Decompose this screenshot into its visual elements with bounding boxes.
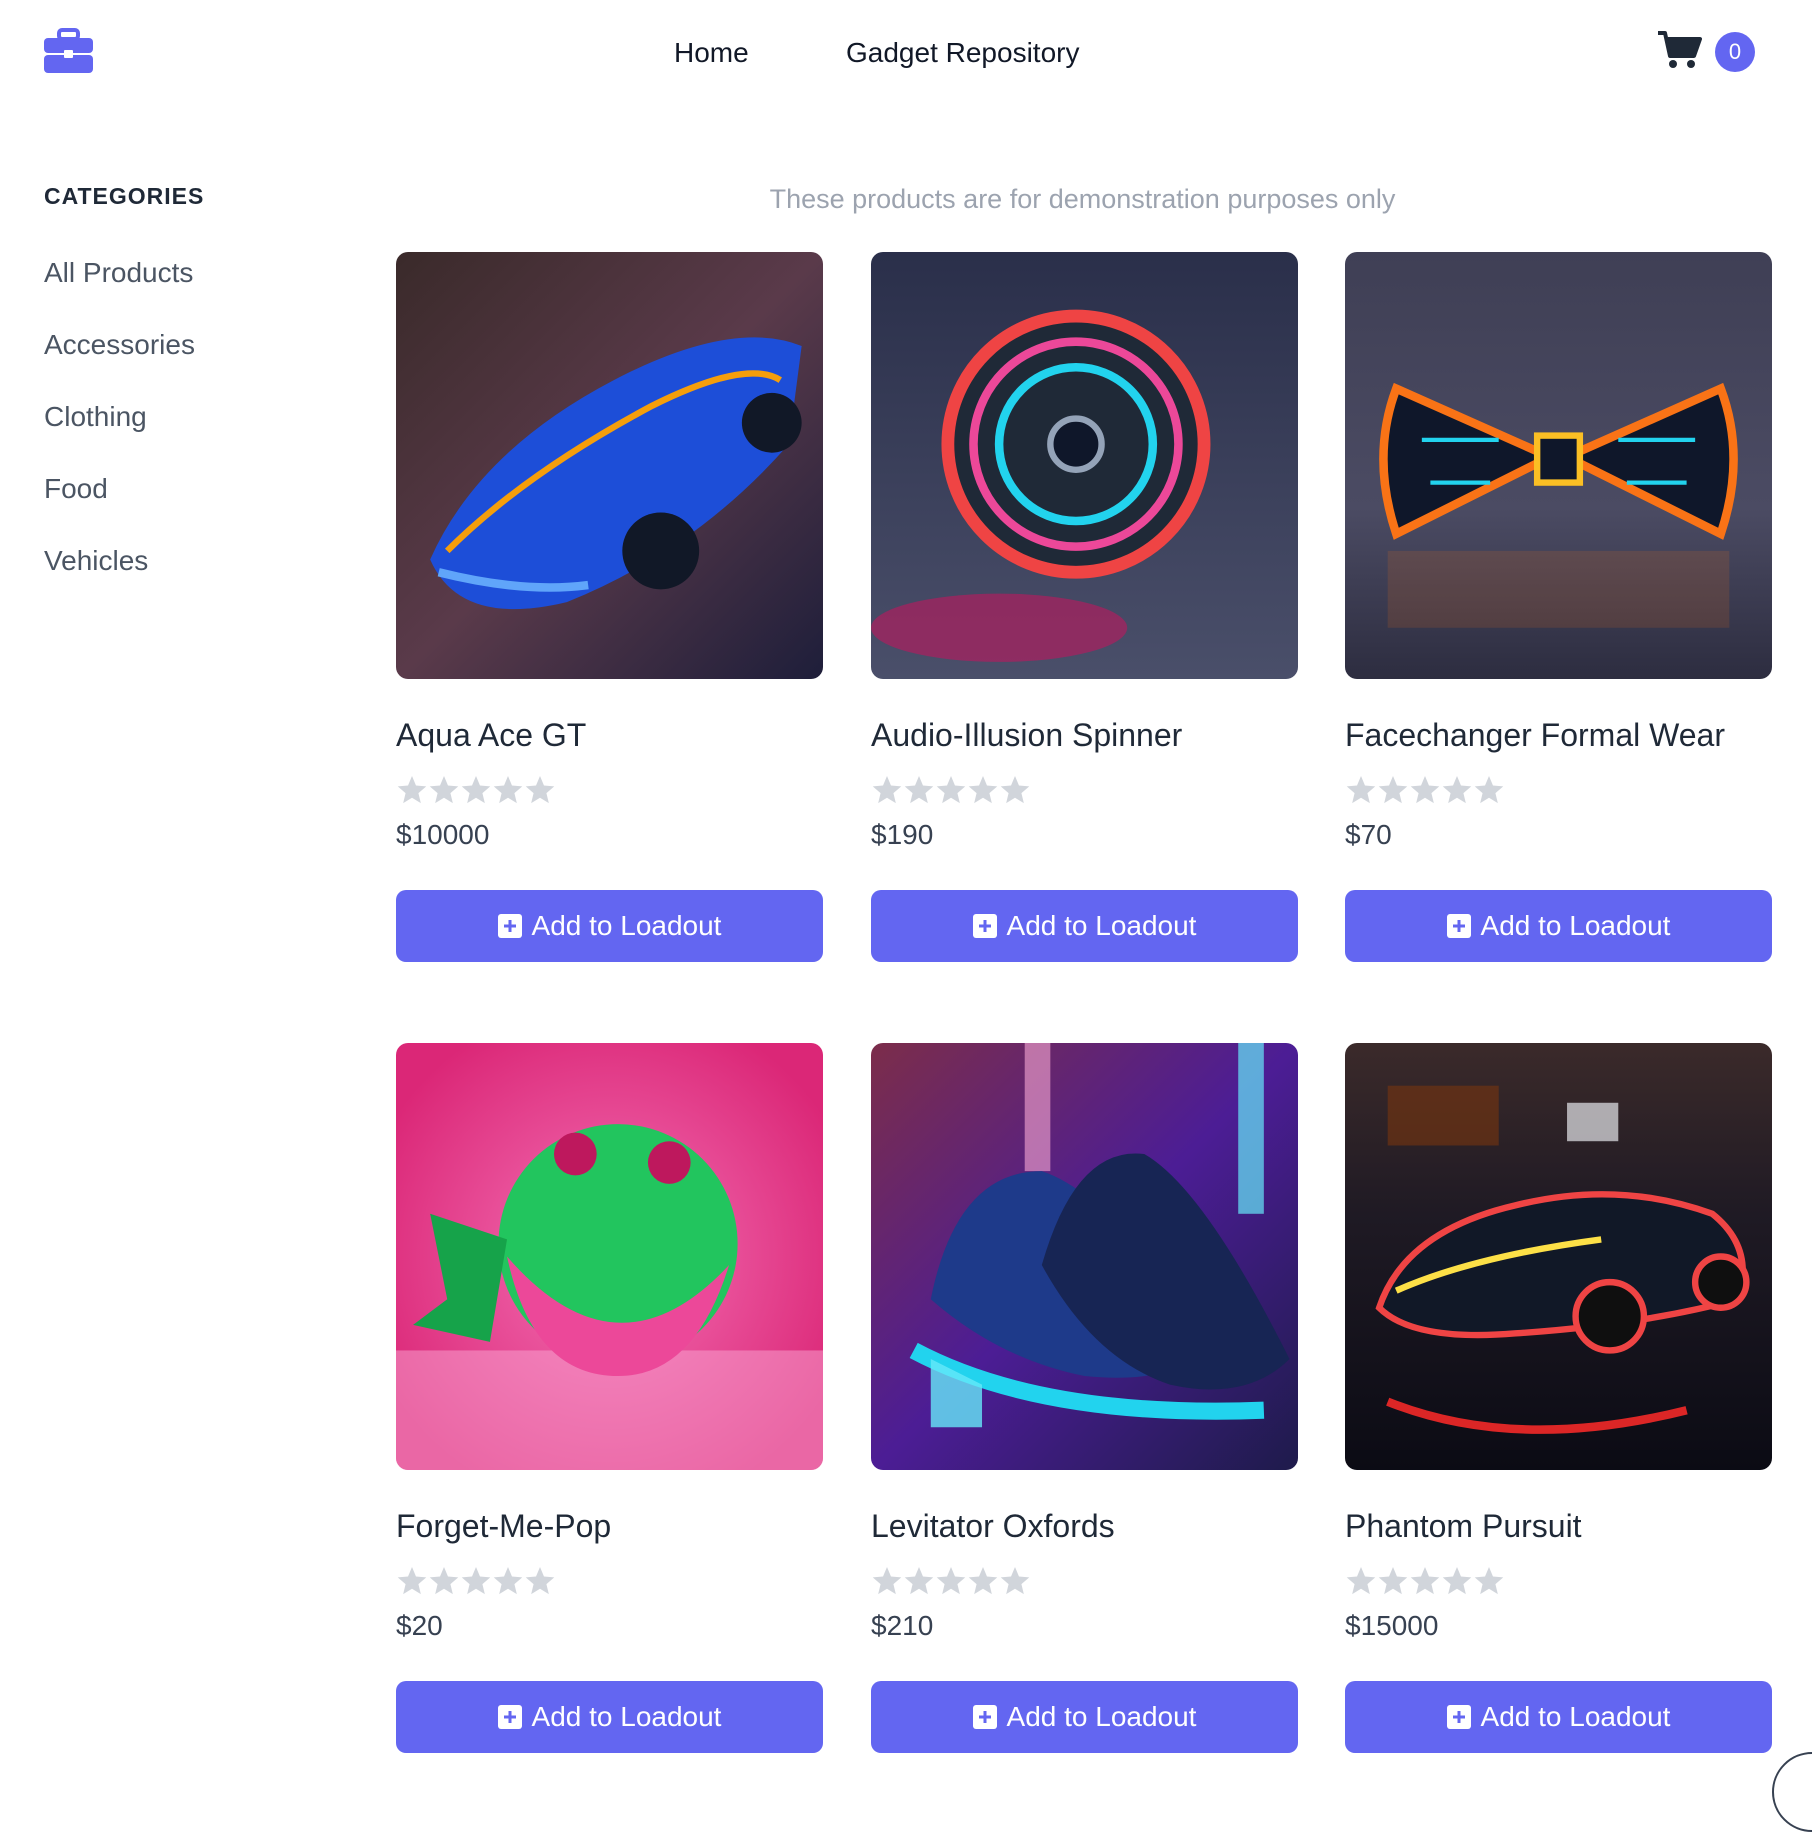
- chat-widget-button[interactable]: [1772, 1752, 1812, 1832]
- button-label: Add to Loadout: [531, 1701, 722, 1732]
- product-price: $15000: [1345, 1610, 1439, 1641]
- star-icon: [872, 1567, 902, 1595]
- star-icon: [1378, 1567, 1408, 1595]
- star-icon: [1474, 1567, 1504, 1595]
- rating-stars: [397, 776, 555, 804]
- star-icon: [1474, 776, 1504, 804]
- button-label: Add to Loadout: [1480, 1701, 1671, 1732]
- product-name[interactable]: Audio-Illusion Spinner: [871, 717, 1182, 754]
- product-image[interactable]: [871, 252, 1298, 679]
- star-icon: [1378, 776, 1408, 804]
- star-icon: [493, 776, 523, 804]
- star-icon: [461, 1567, 491, 1595]
- category-all-products[interactable]: All Products: [44, 256, 193, 290]
- star-icon: [1410, 1567, 1440, 1595]
- star-icon: [1346, 1567, 1376, 1595]
- star-icon: [904, 776, 934, 804]
- product-price: $190: [871, 819, 934, 850]
- star-icon: [525, 1567, 555, 1595]
- product-price: $20: [396, 1610, 443, 1641]
- add-to-loadout-button[interactable]: Add to Loadout: [396, 1681, 823, 1753]
- product-card: Aqua Ace GT $10000 Add to Loadout: [396, 252, 823, 962]
- product-card: Levitator Oxfords $210 Add to Loadout: [871, 1043, 1298, 1753]
- demo-notice: These products are for demonstration pur…: [769, 184, 1396, 214]
- category-accessories[interactable]: Accessories: [44, 328, 195, 362]
- product-name[interactable]: Forget-Me-Pop: [396, 1508, 611, 1545]
- product-card: Facechanger Formal Wear $70 Add to Loado…: [1345, 252, 1772, 962]
- nav-gadget-repository-link[interactable]: Gadget Repository: [846, 36, 1079, 70]
- star-icon: [397, 1567, 427, 1595]
- add-to-loadout-button[interactable]: Add to Loadout: [871, 890, 1298, 962]
- add-to-loadout-button[interactable]: Add to Loadout: [871, 1681, 1298, 1753]
- product-image[interactable]: [396, 252, 823, 679]
- star-icon: [936, 1567, 966, 1595]
- category-clothing[interactable]: Clothing: [44, 400, 147, 434]
- star-icon: [1410, 776, 1440, 804]
- product-price: $70: [1345, 819, 1392, 850]
- rating-stars: [872, 776, 1030, 804]
- star-icon: [1442, 1567, 1472, 1595]
- product-image[interactable]: [396, 1043, 823, 1470]
- product-card: Audio-Illusion Spinner $190 Add to Loado…: [871, 252, 1298, 962]
- briefcase-icon[interactable]: [44, 28, 93, 73]
- nav-home-link[interactable]: Home: [674, 36, 749, 70]
- add-to-loadout-button[interactable]: Add to Loadout: [396, 890, 823, 962]
- star-icon: [461, 776, 491, 804]
- button-label: Add to Loadout: [531, 910, 722, 941]
- star-icon: [1000, 1567, 1030, 1595]
- plus-square-icon: [497, 914, 522, 938]
- star-icon: [1000, 776, 1030, 804]
- add-to-loadout-button[interactable]: Add to Loadout: [1345, 890, 1772, 962]
- product-name[interactable]: Levitator Oxfords: [871, 1508, 1115, 1545]
- plus-square-icon: [1446, 1705, 1471, 1729]
- product-name[interactable]: Facechanger Formal Wear: [1345, 717, 1725, 754]
- product-name[interactable]: Aqua Ace GT: [396, 717, 586, 754]
- plus-square-icon: [497, 1705, 522, 1729]
- product-name[interactable]: Phantom Pursuit: [1345, 1508, 1582, 1545]
- button-label: Add to Loadout: [1480, 910, 1671, 941]
- rating-stars: [397, 1567, 555, 1595]
- product-price: $210: [871, 1610, 934, 1641]
- categories-heading: CATEGORIES: [44, 183, 205, 209]
- star-icon: [872, 776, 902, 804]
- button-label: Add to Loadout: [1006, 910, 1197, 941]
- product-card: Forget-Me-Pop $20 Add to Loadout: [396, 1043, 823, 1753]
- plus-square-icon: [1446, 914, 1471, 938]
- shopping-cart-icon[interactable]: [1658, 30, 1702, 70]
- star-icon: [936, 776, 966, 804]
- star-icon: [429, 1567, 459, 1595]
- add-to-loadout-button[interactable]: Add to Loadout: [1345, 1681, 1772, 1753]
- cart-count-badge[interactable]: 0: [1715, 32, 1755, 72]
- product-price: $10000: [396, 819, 490, 850]
- star-icon: [968, 1567, 998, 1595]
- star-icon: [1346, 776, 1376, 804]
- star-icon: [525, 776, 555, 804]
- button-label: Add to Loadout: [1006, 1701, 1197, 1732]
- product-card: Phantom Pursuit $15000 Add to Loadout: [1345, 1043, 1772, 1753]
- product-image[interactable]: [871, 1043, 1298, 1470]
- star-icon: [493, 1567, 523, 1595]
- star-icon: [397, 776, 427, 804]
- category-vehicles[interactable]: Vehicles: [44, 544, 148, 578]
- star-icon: [1442, 776, 1472, 804]
- rating-stars: [1346, 776, 1504, 804]
- product-image[interactable]: [1345, 1043, 1772, 1470]
- product-image[interactable]: [1345, 252, 1772, 679]
- star-icon: [968, 776, 998, 804]
- rating-stars: [872, 1567, 1030, 1595]
- plus-square-icon: [972, 1705, 997, 1729]
- star-icon: [904, 1567, 934, 1595]
- category-food[interactable]: Food: [44, 472, 108, 506]
- rating-stars: [1346, 1567, 1504, 1595]
- plus-square-icon: [972, 914, 997, 938]
- star-icon: [429, 776, 459, 804]
